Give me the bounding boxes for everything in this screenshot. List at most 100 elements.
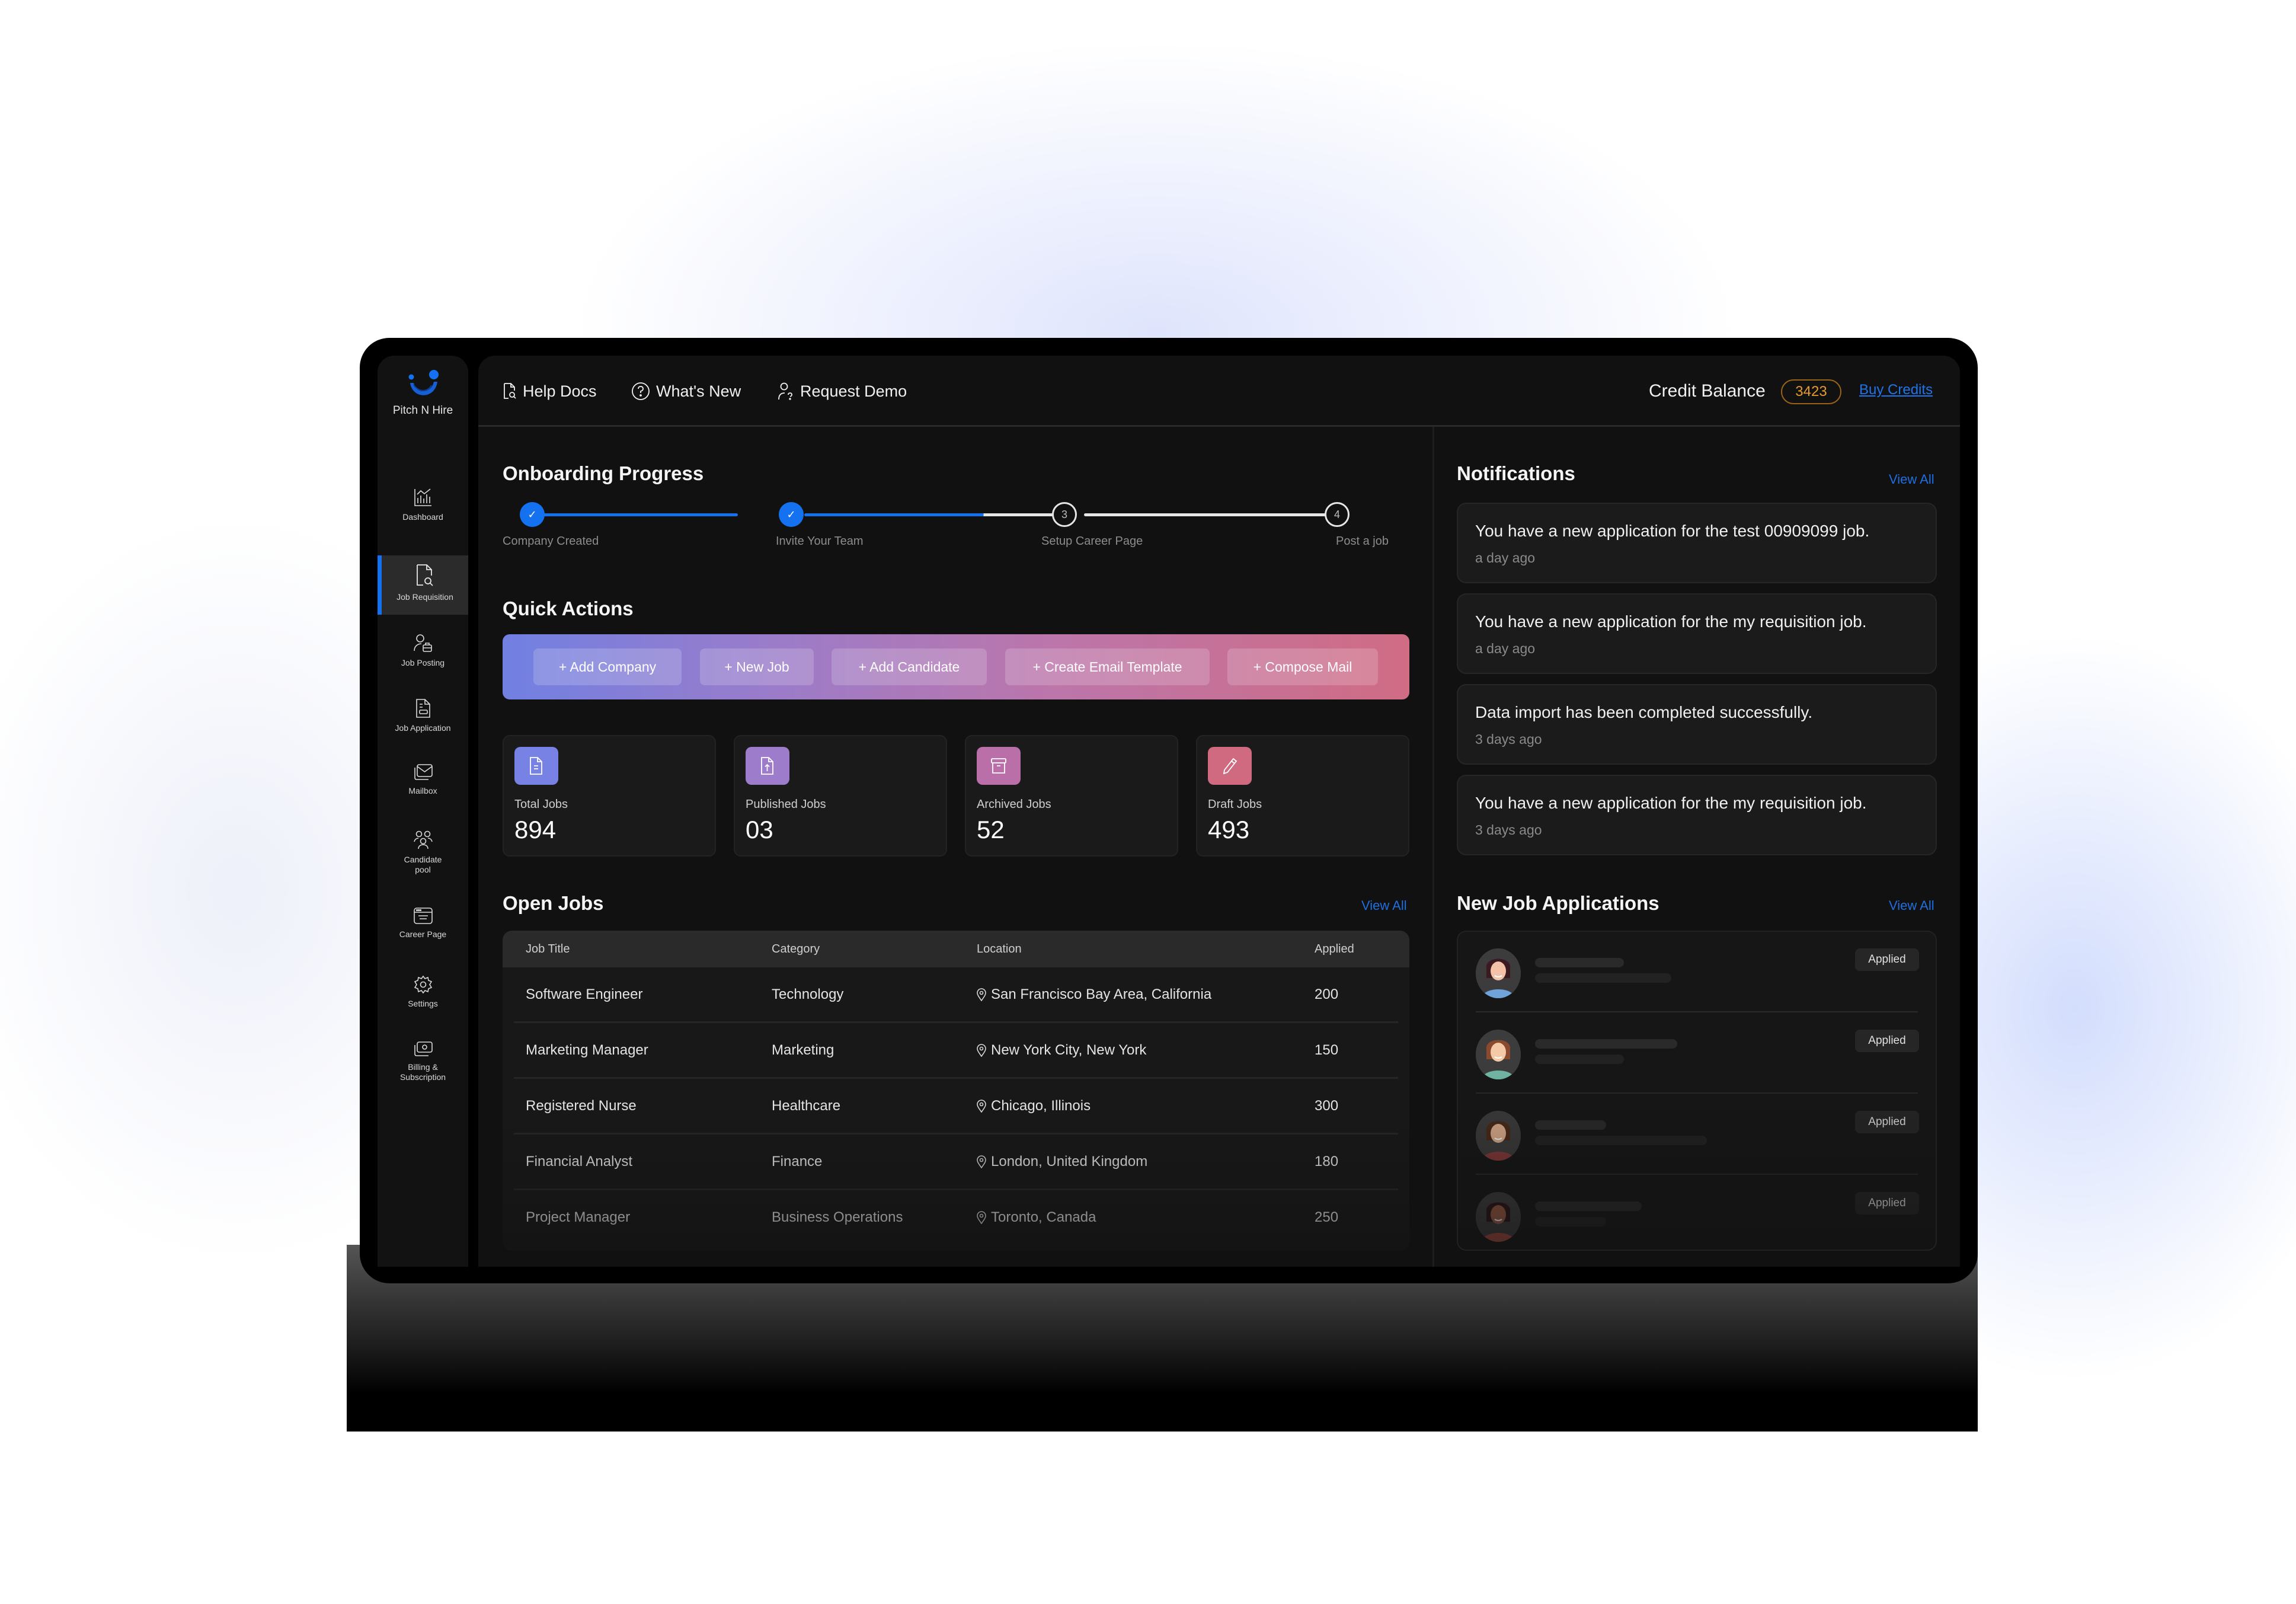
sidebar-item-dashboard[interactable]: Dashboard xyxy=(378,487,468,522)
step-label-1: Company Created xyxy=(503,535,599,548)
notification-time: 3 days ago xyxy=(1475,731,1542,747)
notification-item[interactable]: You have a new application for the my re… xyxy=(1457,775,1937,855)
whats-new-label: What's New xyxy=(656,382,741,400)
location-text: San Francisco Bay Area, California xyxy=(991,986,1212,1002)
stat-label: Total Jobs xyxy=(514,798,568,811)
application-item[interactable]: Applied xyxy=(1458,932,1936,1012)
compose-mail-button[interactable]: + Compose Mail xyxy=(1227,648,1378,685)
sidebar-item-career-page[interactable]: Career Page xyxy=(378,907,468,940)
sidebar-item-billing[interactable]: Billing & Subscription xyxy=(378,1041,468,1082)
stat-card-published-jobs[interactable]: Published Jobs 03 xyxy=(734,735,947,857)
cell-location: San Francisco Bay Area, California xyxy=(977,986,1211,1003)
step-connector-2 xyxy=(804,513,1053,516)
quick-actions-bar: + Add Company + New Job + Add Candidate … xyxy=(503,634,1409,699)
location-pin-icon xyxy=(977,1211,986,1224)
detail-placeholder xyxy=(1535,1055,1624,1064)
add-candidate-button[interactable]: + Add Candidate xyxy=(832,648,987,685)
sidebar-item-settings[interactable]: Settings xyxy=(378,975,468,1009)
status-badge: Applied xyxy=(1855,1192,1919,1215)
cell-job-title: Software Engineer xyxy=(526,986,643,1002)
notifications-title: Notifications xyxy=(1457,462,1575,484)
cell-job-title: Marketing Manager xyxy=(526,1042,648,1058)
browser-icon xyxy=(413,908,433,924)
cell-applied: 180 xyxy=(1315,1154,1339,1170)
sidebar-item-candidate-pool[interactable]: Candidate pool xyxy=(378,830,468,875)
stat-value: 52 xyxy=(977,816,1005,843)
application-item[interactable]: Applied xyxy=(1458,1013,1936,1094)
cell-location: Chicago, Illinois xyxy=(977,1098,1091,1114)
applications-view-all-link[interactable]: View All xyxy=(1889,898,1934,913)
table-row[interactable]: Marketing Manager Marketing New York City,… xyxy=(503,1023,1409,1079)
create-email-template-button[interactable]: + Create Email Template xyxy=(1005,648,1210,685)
help-docs-label: Help Docs xyxy=(523,382,597,400)
row-divider xyxy=(1476,1011,1918,1012)
detail-placeholder xyxy=(1535,1136,1707,1145)
new-applications-title: New Job Applications xyxy=(1457,892,1659,914)
notification-item[interactable]: You have a new application for the my re… xyxy=(1457,593,1937,674)
applications-list: Applied Applied Applied Applied xyxy=(1457,931,1937,1251)
column-header-category[interactable]: Category xyxy=(772,942,820,956)
table-row[interactable]: Financial Analyst Finance London, United K… xyxy=(503,1135,1409,1190)
location-pin-icon xyxy=(977,1100,986,1113)
new-job-button[interactable]: + New Job xyxy=(700,648,814,685)
column-header-location[interactable]: Location xyxy=(977,942,1022,956)
sidebar-item-job-requisition[interactable]: Job Requisition xyxy=(378,555,468,615)
notifications-view-all-link[interactable]: View All xyxy=(1889,472,1934,487)
location-pin-icon xyxy=(977,1155,986,1168)
stat-value: 493 xyxy=(1208,816,1250,843)
step-marker-4[interactable]: 4 xyxy=(1325,502,1350,527)
step-marker-2: ✓ xyxy=(779,502,804,527)
gear-icon xyxy=(414,975,432,994)
avatar xyxy=(1476,1192,1521,1242)
sidebar-item-label: Mailbox xyxy=(408,786,437,795)
step-connector-3 xyxy=(1084,513,1326,516)
open-jobs-view-all-link[interactable]: View All xyxy=(1361,898,1407,913)
whats-new-link[interactable]: What's New xyxy=(631,379,741,403)
column-header-job-title[interactable]: Job Title xyxy=(526,942,570,956)
step-marker-1: ✓ xyxy=(520,502,545,527)
logo[interactable]: Pitch N Hire xyxy=(378,369,468,417)
column-header-applied[interactable]: Applied xyxy=(1315,942,1354,956)
avatar-man-glasses-icon xyxy=(1476,1111,1521,1161)
notification-item[interactable]: You have a new application for the test … xyxy=(1457,503,1937,583)
sidebar-item-job-application[interactable]: Job Application xyxy=(378,698,468,733)
sidebar-item-mailbox[interactable]: Mailbox xyxy=(378,763,468,796)
request-demo-link[interactable]: Request Demo xyxy=(778,379,907,403)
stat-card-draft-jobs[interactable]: Draft Jobs 493 xyxy=(1196,735,1409,857)
table-row[interactable]: Project Manager Business Operations Toront… xyxy=(503,1190,1409,1246)
row-divider xyxy=(1476,1092,1918,1094)
pitch-n-hire-logo-icon xyxy=(408,370,439,395)
avatar-woman-dark-hair-icon xyxy=(1476,948,1521,998)
notification-time: a day ago xyxy=(1475,641,1536,656)
mail-icon xyxy=(414,764,433,780)
cell-location: Toronto, Canada xyxy=(977,1209,1096,1226)
notification-message: Data import has been completed successfu… xyxy=(1475,703,1813,721)
sidebar-item-job-posting[interactable]: Job Posting xyxy=(378,633,468,668)
add-company-button[interactable]: + Add Company xyxy=(533,648,682,685)
user-briefcase-icon xyxy=(413,634,432,652)
stat-card-total-jobs[interactable]: Total Jobs 894 xyxy=(503,735,716,857)
credit-balance-badge: 3423 xyxy=(1781,379,1841,404)
pencil-icon xyxy=(1208,747,1252,785)
buy-credits-link[interactable]: Buy Credits xyxy=(1859,382,1933,398)
onboarding-title: Onboarding Progress xyxy=(503,462,704,484)
cell-location: London, United Kingdom xyxy=(977,1154,1147,1170)
application-item[interactable]: Applied xyxy=(1458,1094,1936,1175)
avatar xyxy=(1476,1111,1521,1161)
help-docs-link[interactable]: Help Docs xyxy=(503,379,597,403)
request-demo-label: Request Demo xyxy=(800,382,907,400)
location-text: Chicago, Illinois xyxy=(991,1098,1091,1114)
application-item[interactable]: Applied xyxy=(1458,1175,1936,1250)
step-label-2: Invite Your Team xyxy=(776,535,864,548)
step-marker-3[interactable]: 3 xyxy=(1052,502,1077,527)
cell-applied: 150 xyxy=(1315,1042,1339,1058)
avatar xyxy=(1476,1030,1521,1079)
status-badge: Applied xyxy=(1855,1111,1919,1133)
stat-card-archived-jobs[interactable]: Archived Jobs 52 xyxy=(965,735,1178,857)
detail-placeholder xyxy=(1535,1217,1606,1226)
table-row[interactable]: Software Engineer Technology San Francisco… xyxy=(503,967,1409,1023)
notification-item[interactable]: Data import has been completed successfu… xyxy=(1457,684,1937,765)
notification-message: You have a new application for the test … xyxy=(1475,522,1870,540)
top-bar: Help Docs What's New Request Demo Credit… xyxy=(478,356,1960,427)
table-row[interactable]: Registered Nurse Healthcare Chicago, Illin… xyxy=(503,1079,1409,1135)
